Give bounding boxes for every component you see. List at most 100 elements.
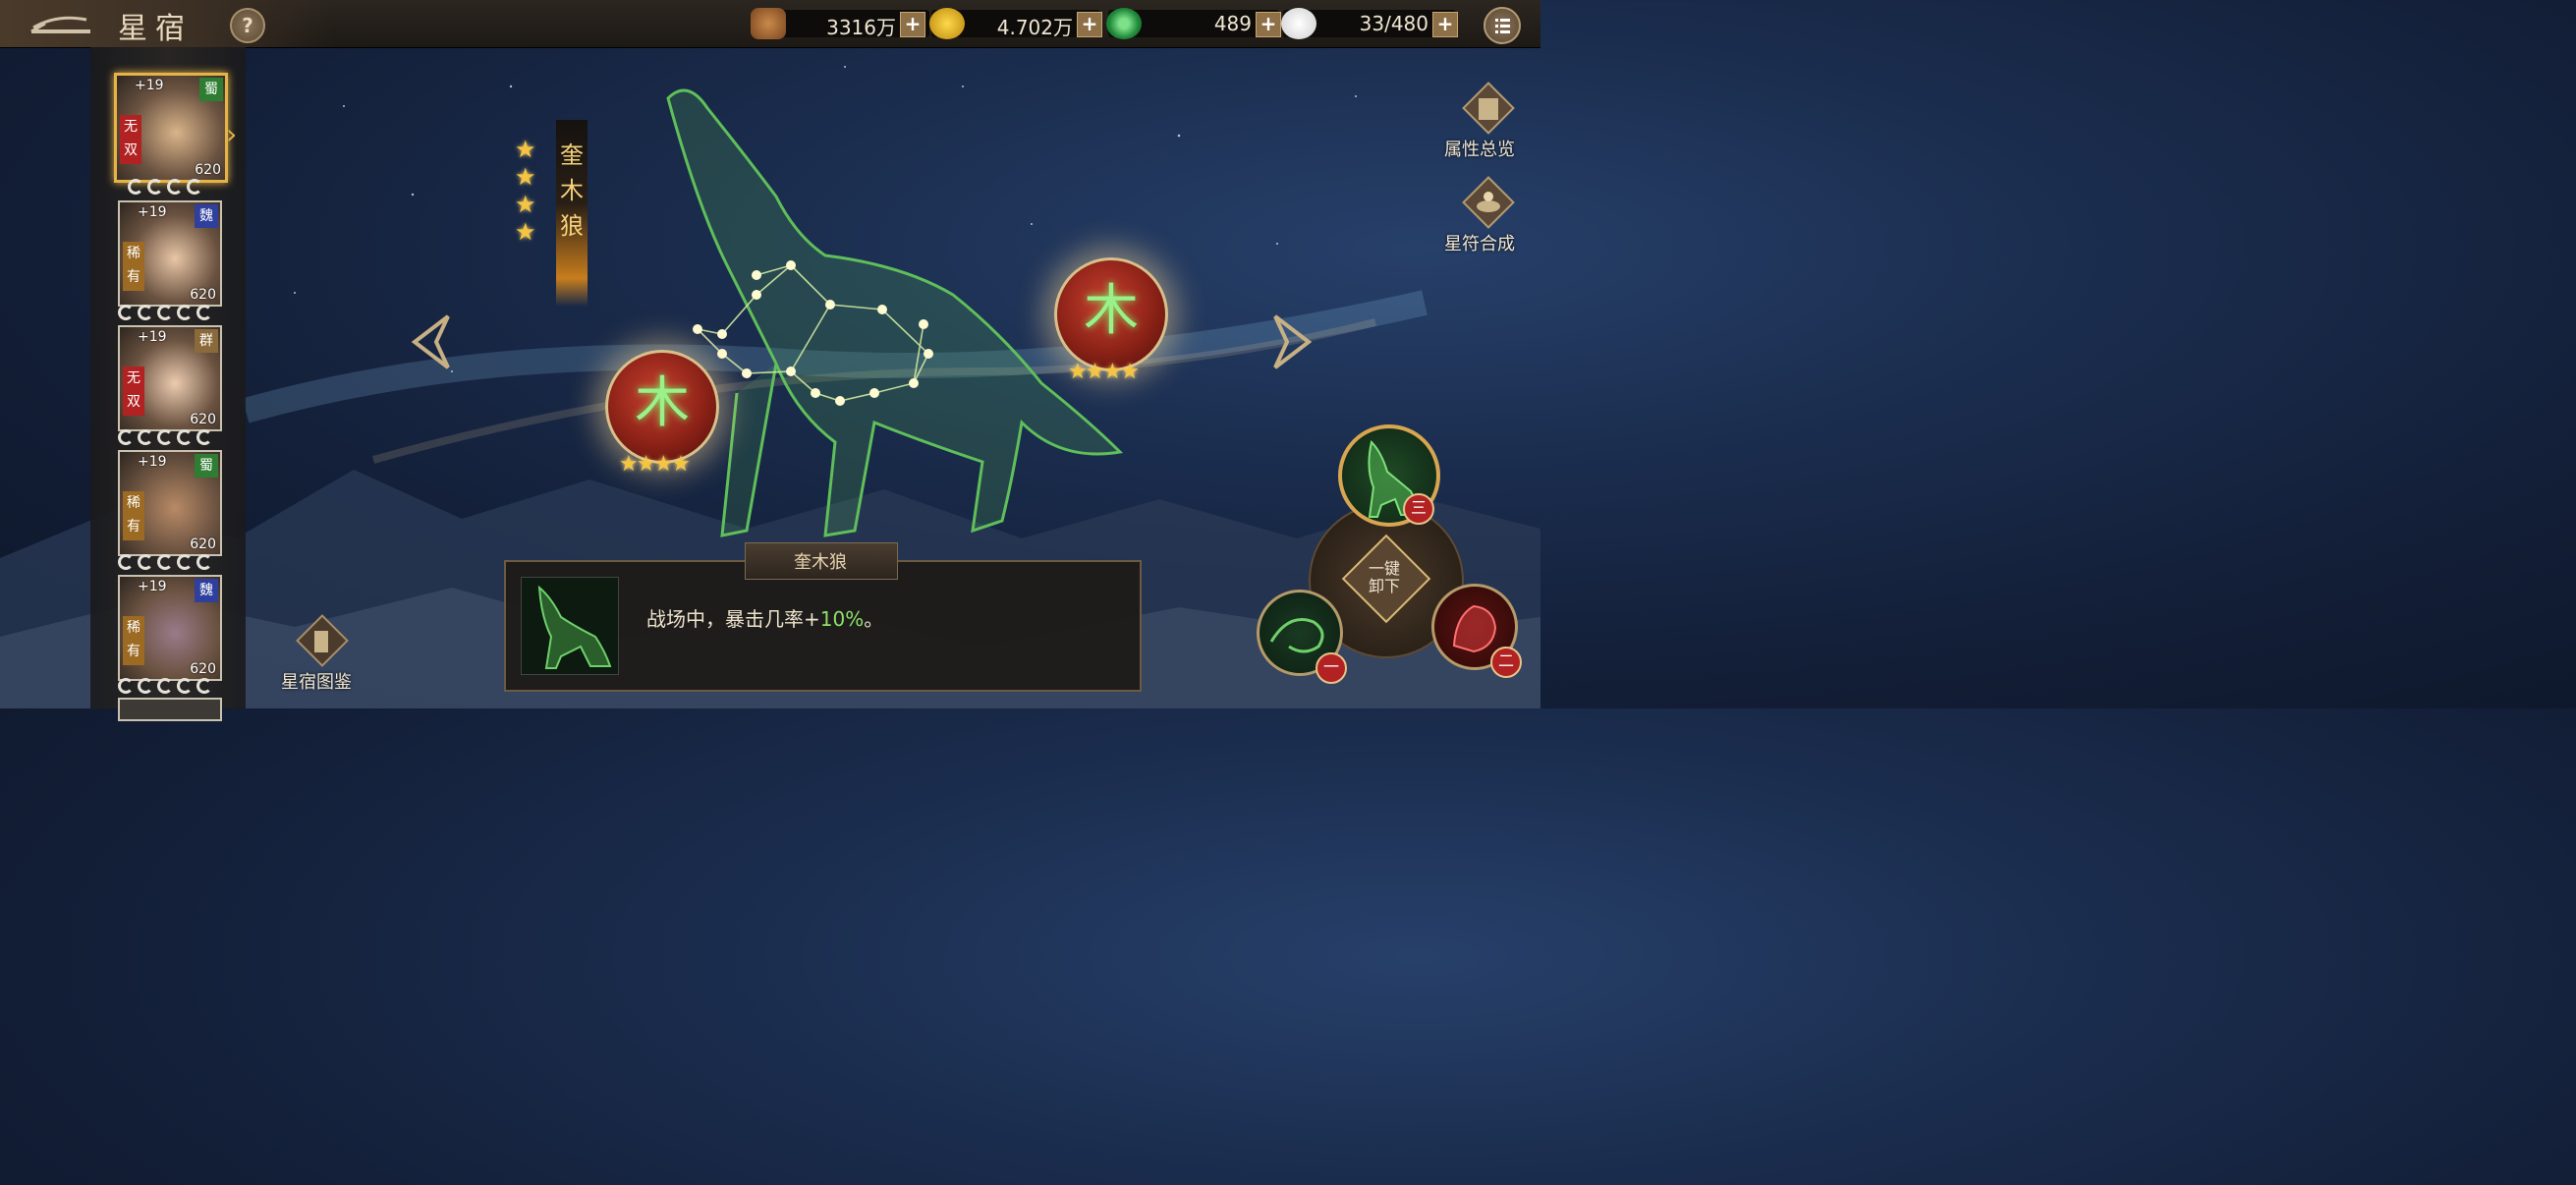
hero-rune-rings bbox=[118, 305, 220, 320]
attribute-overview-label[interactable]: 属性总览 bbox=[1444, 136, 1515, 161]
hero-power: 620 bbox=[195, 162, 221, 178]
arrow-right-icon bbox=[1273, 314, 1313, 369]
empty-ring-icon bbox=[177, 305, 193, 320]
empty-ring-icon bbox=[128, 179, 143, 195]
empty-ring-icon bbox=[196, 554, 212, 570]
star-icon: ★ bbox=[515, 191, 536, 218]
add-copper-button[interactable]: + bbox=[900, 12, 925, 37]
effect-description: 战场中，暴击几率+10%。 bbox=[646, 603, 883, 632]
constellation-name: 奎 木 狼 bbox=[556, 138, 588, 244]
empty-ring-icon bbox=[196, 305, 212, 320]
empty-ring-icon bbox=[138, 678, 153, 694]
hero-card[interactable]: +19 魏稀有 620 bbox=[118, 575, 222, 681]
unload-all-label[interactable]: 一键 卸下 bbox=[1357, 560, 1412, 595]
empty-ring-icon bbox=[167, 179, 183, 195]
rune-synthesis-label[interactable]: 星符合成 bbox=[1444, 230, 1515, 255]
hero-power: 620 bbox=[190, 661, 216, 677]
back-arrow-icon bbox=[30, 16, 90, 33]
constellation-name-char: 狼 bbox=[560, 212, 584, 240]
previous-constellation-button[interactable] bbox=[409, 312, 454, 371]
description-title: 奎木狼 bbox=[794, 552, 847, 573]
jade-value: 489 bbox=[1213, 12, 1252, 35]
hero-rarity: 无双 bbox=[120, 115, 141, 164]
empty-ring-icon bbox=[118, 678, 134, 694]
constellation-gallery-button[interactable] bbox=[293, 611, 352, 670]
scroll-icon bbox=[1462, 82, 1515, 135]
stamina-value: 33/480 bbox=[1359, 12, 1428, 35]
hero-rune-rings bbox=[118, 429, 220, 445]
rune-synthesis-button[interactable] bbox=[1459, 173, 1518, 232]
rune-star-rating: ★★★★ bbox=[619, 452, 691, 477]
empty-ring-icon bbox=[138, 305, 153, 320]
hero-rune-rings bbox=[118, 678, 220, 694]
add-stamina-button[interactable]: + bbox=[1432, 12, 1458, 37]
hero-level: +19 bbox=[138, 204, 167, 220]
star-icon: ★ bbox=[515, 136, 536, 163]
rune-star-rating: ★★★★ bbox=[1068, 360, 1140, 384]
empty-ring-icon bbox=[118, 429, 134, 445]
help-button[interactable]: ? bbox=[230, 8, 265, 43]
arrow-left-icon bbox=[411, 314, 450, 369]
unload-label-line: 一键 bbox=[1368, 559, 1400, 578]
menu-button[interactable] bbox=[1484, 7, 1521, 44]
empty-ring-icon bbox=[196, 429, 212, 445]
empty-ring-icon bbox=[187, 179, 202, 195]
hero-level: +19 bbox=[138, 454, 167, 470]
next-constellation-button[interactable] bbox=[1269, 312, 1315, 371]
page-title: 星宿 bbox=[118, 12, 193, 46]
hero-level: +19 bbox=[138, 579, 167, 594]
hero-rarity: 稀有 bbox=[123, 616, 144, 665]
empty-ring-icon bbox=[118, 305, 134, 320]
slot-number-badge: 三 bbox=[1403, 493, 1434, 525]
constellation-name-char: 奎 bbox=[560, 141, 584, 169]
star-rune-slot-left[interactable]: 木 bbox=[605, 350, 719, 464]
empty-ring-icon bbox=[177, 678, 193, 694]
steamed-bun-icon bbox=[1281, 8, 1316, 39]
rune-bowl-icon bbox=[1462, 176, 1515, 229]
hero-card[interactable] bbox=[118, 698, 222, 721]
back-button[interactable] bbox=[28, 10, 96, 39]
hero-level: +19 bbox=[135, 78, 164, 93]
slot-number-badge: 二 bbox=[1490, 647, 1522, 678]
hero-card[interactable]: +19 蜀无双 620 bbox=[114, 73, 228, 183]
empty-ring-icon bbox=[118, 554, 134, 570]
effect-text-suffix: 。 bbox=[864, 607, 884, 631]
gold-coin-icon bbox=[929, 8, 965, 39]
attribute-overview-button[interactable] bbox=[1459, 79, 1518, 138]
hero-faction: 蜀 bbox=[199, 78, 223, 101]
constellation-thumbnail bbox=[521, 577, 619, 675]
wolf-icon bbox=[537, 585, 612, 669]
copper-coins-icon bbox=[751, 8, 786, 39]
slot-number-badge: 一 bbox=[1316, 652, 1347, 684]
hero-card[interactable]: +19 魏稀有 620 bbox=[118, 200, 222, 307]
hero-power: 620 bbox=[190, 536, 216, 552]
empty-ring-icon bbox=[147, 179, 163, 195]
hero-faction: 群 bbox=[195, 329, 218, 353]
hero-rarity: 稀有 bbox=[123, 491, 144, 540]
star-rune-slot-right[interactable]: 木 bbox=[1054, 257, 1168, 371]
hero-power: 620 bbox=[190, 412, 216, 427]
gold-value: 4.702万 bbox=[996, 16, 1073, 39]
star-icon: ★ bbox=[515, 163, 536, 191]
tree-rune-icon: 木 bbox=[1084, 279, 1139, 343]
scroll-icon bbox=[296, 614, 349, 667]
constellation-name-char: 木 bbox=[560, 177, 584, 204]
star-icon: ★ bbox=[515, 218, 536, 246]
empty-ring-icon bbox=[157, 678, 173, 694]
add-jade-button[interactable]: + bbox=[1256, 12, 1281, 37]
empty-ring-icon bbox=[157, 429, 173, 445]
add-gold-button[interactable]: + bbox=[1077, 12, 1102, 37]
hero-faction: 魏 bbox=[195, 204, 218, 228]
hero-card[interactable]: +19 群无双 620 bbox=[118, 325, 222, 431]
constellation-gallery-label[interactable]: 星宿图鉴 bbox=[281, 668, 352, 694]
hero-card[interactable]: +19 蜀稀有 620 bbox=[118, 450, 222, 556]
empty-ring-icon bbox=[157, 554, 173, 570]
empty-ring-icon bbox=[138, 554, 153, 570]
hero-faction: 蜀 bbox=[195, 454, 218, 478]
hero-rarity: 无双 bbox=[123, 367, 144, 416]
empty-ring-icon bbox=[177, 429, 193, 445]
hero-level: +19 bbox=[138, 329, 167, 345]
effect-value: 10% bbox=[819, 607, 865, 631]
empty-ring-icon bbox=[157, 305, 173, 320]
hero-power: 620 bbox=[190, 287, 216, 303]
